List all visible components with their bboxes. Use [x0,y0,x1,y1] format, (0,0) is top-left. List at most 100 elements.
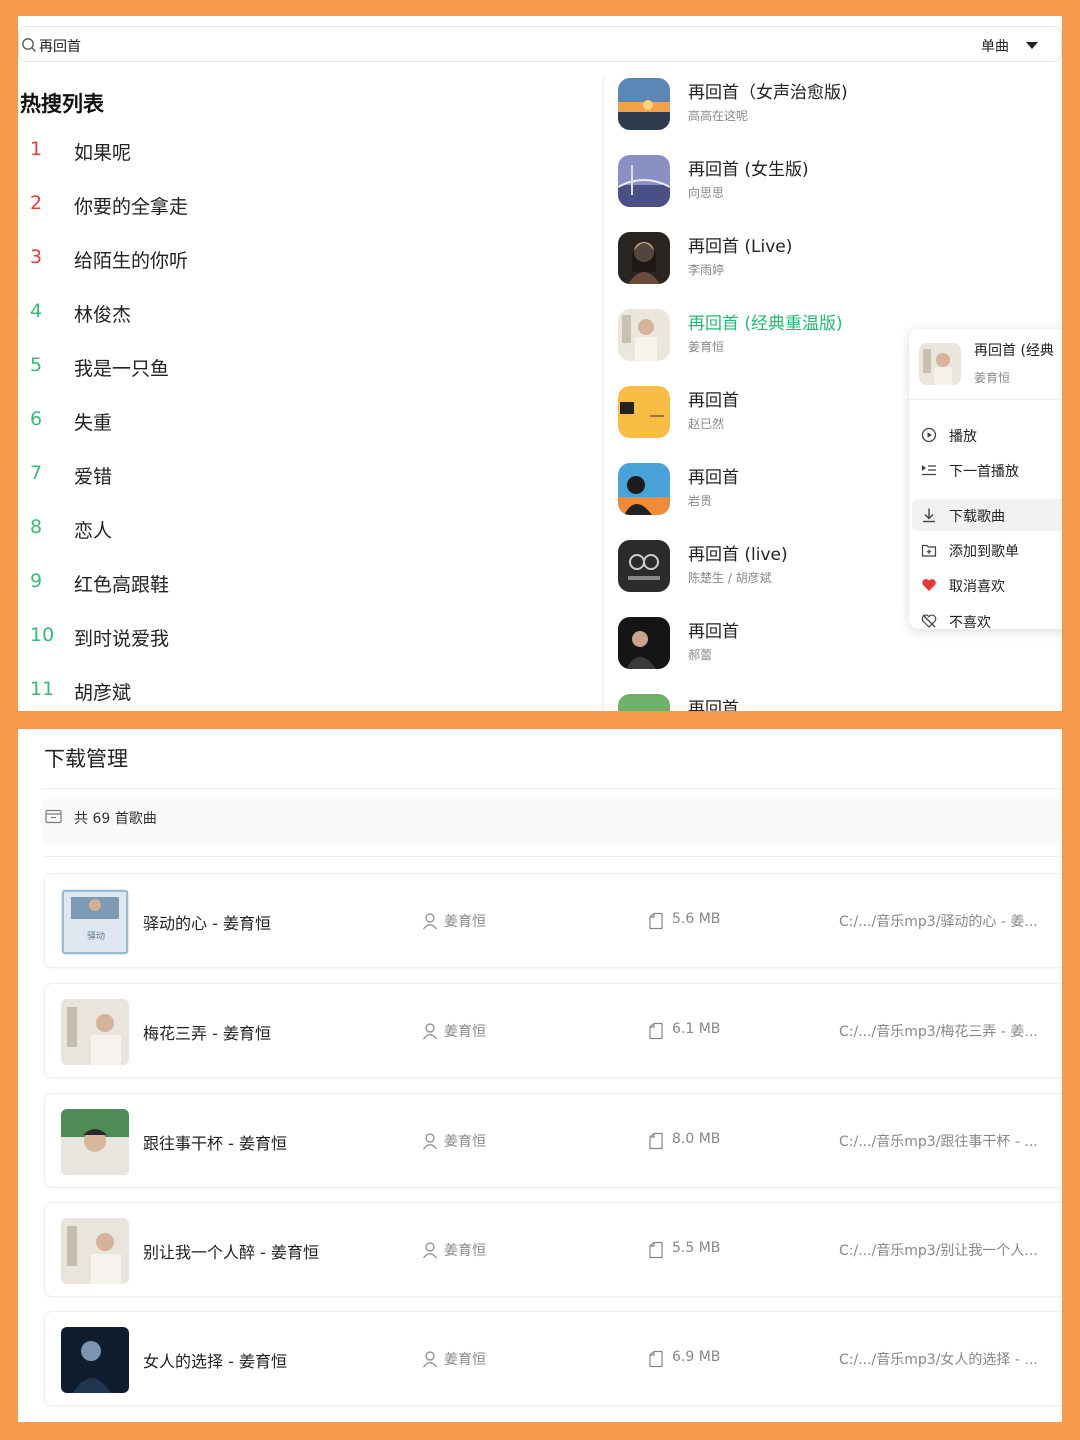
search-result-item[interactable]: 再回首（女声治愈版) 高高在这呢 [616,76,1062,146]
hot-search-name: 如果呢 [74,142,132,164]
song-context-menu: 再回首 (经典 姜育恒 播放 下一首播放下载歌曲添加到歌单取消喜欢不喜欢 [909,329,1062,631]
hot-search-item[interactable]: 10 到时说爱我 [18,610,578,664]
context-menu-item-play-next[interactable]: 下一首播放 [912,454,1062,486]
hot-search-item[interactable]: 9 红色高跟鞋 [18,556,578,610]
context-menu-item-dislike[interactable]: 不喜欢 [912,605,1062,637]
user-icon [423,1023,437,1040]
context-menu-song-title: 再回首 (经典 [974,343,1054,359]
song-artist: 李雨婷 [688,263,725,277]
context-menu-label: 下载歌曲 [949,509,1005,525]
column-divider [602,76,604,711]
page-title: 下载管理 [44,747,128,771]
download-song-name: 跟往事干杯 - 姜育恒 [143,1134,287,1153]
song-cover [618,540,670,592]
file-path: C:/.../音乐mp3/女人的选择 - ... [839,1352,1038,1368]
album-cover [61,999,129,1065]
context-menu-separator [909,399,1062,400]
hot-search-rank: 10 [30,624,55,646]
play-next-icon [922,465,936,476]
song-artist: 向思思 [688,186,725,200]
search-result-item[interactable]: 再回首 (Live) 李雨婷 [616,230,1062,300]
download-song-name: 女人的选择 - 姜育恒 [143,1352,287,1371]
hot-search-name: 林俊杰 [74,304,132,326]
hot-search-list: 1 如果呢 2 你要的全拿走 3 给陌生的你听 4 林俊杰 5 我是一只鱼 6 失重 7 爱错 8 恋人 9 红色… [18,124,578,711]
context-menu-item-play-circle[interactable]: 播放 [912,419,1062,451]
caret-down-icon[interactable] [1025,41,1039,50]
download-row[interactable]: 女人的选择 - 姜育恒 姜育恒 6.9 MB C:/.../音乐mp3/女人的选择 -… [44,1311,1062,1406]
context-menu-item-heart-filled[interactable]: 取消喜欢 [912,569,1062,601]
song-artist: 高高在这呢 [688,109,749,123]
file-size: 6.9 MB [672,1349,721,1365]
file-size: 5.6 MB [672,911,721,927]
hot-search-name: 胡彦斌 [74,682,132,704]
download-row[interactable]: 驿动 驿动的心 - 姜育恒 姜育恒 5.6 MB C:/.../音乐mp3/驿动的心 -… [44,873,1062,968]
context-menu-label: 添加到歌单 [949,544,1019,560]
song-title: 再回首 [688,699,739,711]
hot-search-name: 爱错 [74,466,113,488]
context-menu-label: 取消喜欢 [949,579,1005,595]
user-icon [423,913,437,930]
hot-search-rank: 1 [30,138,43,160]
hot-search-rank: 3 [30,246,43,268]
song-title: 再回首 [688,622,739,642]
file-size: 8.0 MB [672,1131,721,1147]
download-row[interactable]: 别让我一个人醉 - 姜育恒 姜育恒 5.5 MB C:/.../音乐mp3/别让我一个… [44,1202,1062,1297]
hot-search-item[interactable]: 6 失重 [18,394,578,448]
download-song-name: 别让我一个人醉 - 姜育恒 [143,1243,319,1262]
user-icon [423,1351,437,1368]
search-bar[interactable]: 再回首 单曲 [18,26,1062,62]
hot-search-item[interactable]: 1 如果呢 [18,124,578,178]
search-result-item[interactable]: 再回首 [616,692,1062,711]
hot-search-name: 红色高跟鞋 [74,574,170,596]
file-path: C:/.../音乐mp3/梅花三弄 - 姜... [839,1024,1038,1040]
search-icon [22,38,36,52]
download-artist: 姜育恒 [444,1243,486,1259]
song-cover [618,617,670,669]
song-artist: 姜育恒 [688,340,725,354]
download-manager-panel: 下载管理 共 69 首歌曲 驿动 驿动的心 - 姜育恒 姜育恒 5.6 MB C:/..… [18,729,1062,1422]
hot-search-rank: 4 [30,300,43,322]
song-title: 再回首 (经典重温版) [688,314,843,334]
song-cover [618,78,670,130]
download-row[interactable]: 跟往事干杯 - 姜育恒 姜育恒 8.0 MB C:/.../音乐mp3/跟往事干杯 -… [44,1093,1062,1188]
search-type-select[interactable]: 单曲 [981,36,1009,56]
album-cover [61,1327,129,1393]
user-icon [423,1133,437,1150]
hot-search-item[interactable]: 7 爱错 [18,448,578,502]
heart-filled-icon [922,579,936,591]
add-to-playlist-icon [921,544,937,557]
hot-search-item[interactable]: 8 恋人 [18,502,578,556]
hot-search-item[interactable]: 3 给陌生的你听 [18,232,578,286]
file-icon [649,1241,663,1259]
hot-search-item[interactable]: 4 林俊杰 [18,286,578,340]
download-artist: 姜育恒 [444,1134,486,1150]
file-path: C:/.../音乐mp3/别让我一个人... [839,1243,1038,1259]
album-cover [61,1218,129,1284]
hot-search-item[interactable]: 2 你要的全拿走 [18,178,578,232]
album-cover: 驿动 [61,889,129,955]
context-menu-cover [919,343,961,385]
song-cover [618,309,670,361]
song-artist: 陈楚生 / 胡彦斌 [688,571,772,585]
search-input[interactable]: 再回首 [39,36,81,56]
song-cover [618,463,670,515]
hot-search-rank: 5 [30,354,43,376]
download-artist: 姜育恒 [444,914,486,930]
hot-search-item[interactable]: 11 胡彦斌 [18,664,578,711]
context-menu-item-download[interactable]: 下载歌曲 [912,499,1062,531]
context-menu-label: 不喜欢 [949,615,991,631]
hot-search-rank: 7 [30,462,43,484]
search-result-item[interactable]: 再回首 (女生版) 向思思 [616,153,1062,223]
song-count-bar [42,797,1062,845]
download-artist: 姜育恒 [444,1024,486,1040]
context-menu-song-artist: 姜育恒 [974,371,1011,385]
hot-search-item[interactable]: 5 我是一只鱼 [18,340,578,394]
hot-search-name: 我是一只鱼 [74,358,170,380]
file-icon [649,1350,663,1368]
song-title: 再回首 (Live) [688,237,793,257]
download-song-name: 驿动的心 - 姜育恒 [143,914,271,933]
song-title: 再回首 (live) [688,545,788,565]
download-row[interactable]: 梅花三弄 - 姜育恒 姜育恒 6.1 MB C:/.../音乐mp3/梅花三弄 - 姜… [44,983,1062,1078]
hot-search-rank: 2 [30,192,43,214]
context-menu-item-add-to-playlist[interactable]: 添加到歌单 [912,534,1062,566]
